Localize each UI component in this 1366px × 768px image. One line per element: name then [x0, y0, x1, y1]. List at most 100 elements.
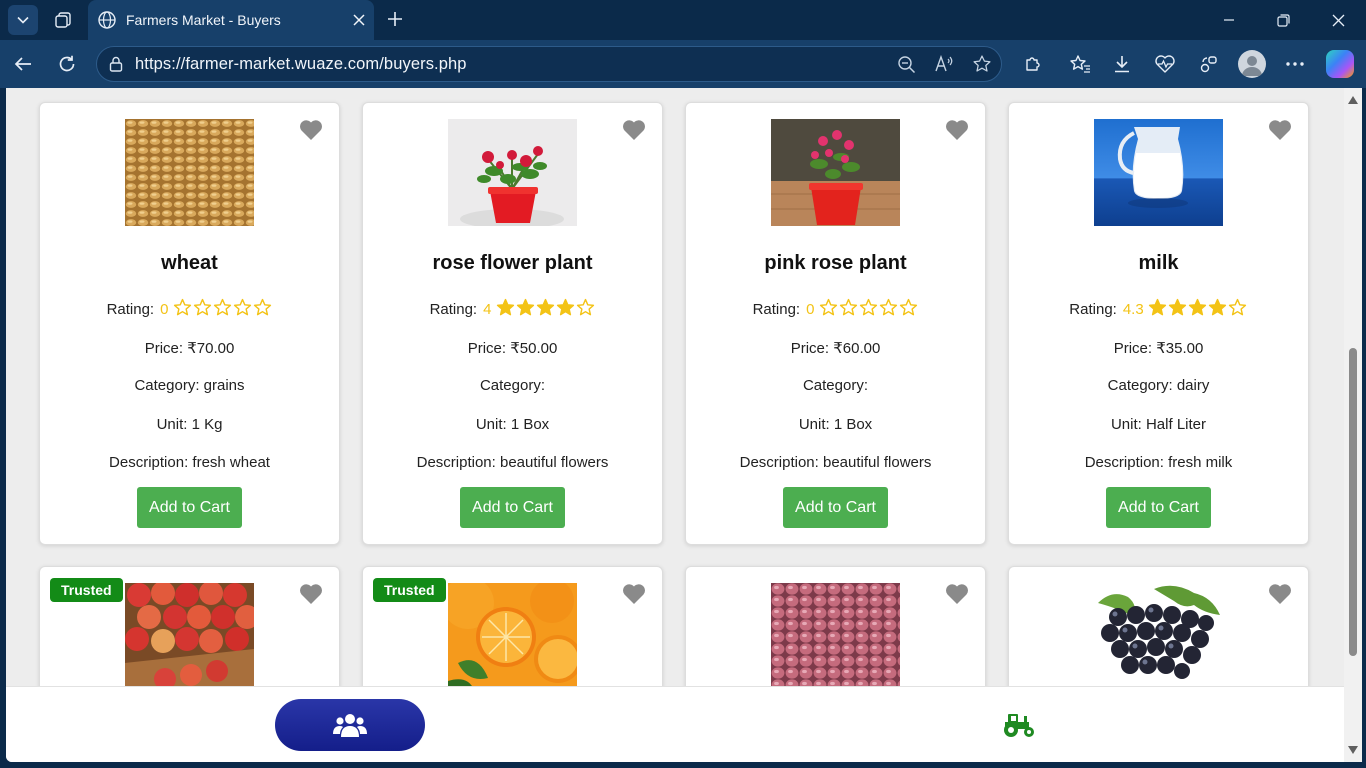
close-window-button[interactable]: [1311, 0, 1365, 40]
star-outline-icon: [253, 298, 272, 316]
workspaces-button[interactable]: [48, 5, 78, 35]
star-outline-icon: [193, 298, 212, 316]
trusted-badge: Trusted: [50, 578, 123, 602]
refresh-button[interactable]: [51, 48, 83, 80]
star-filled-icon: [516, 298, 535, 316]
star-filled-icon: [1189, 298, 1207, 316]
product-unit: Unit: 1 Box: [475, 416, 550, 433]
product-unit: Unit: 1 Kg: [156, 416, 223, 433]
product-image-milk: [1094, 119, 1223, 226]
product-image-grapes: [1094, 583, 1223, 690]
product-description: Description: fresh milk: [1084, 454, 1233, 471]
back-button[interactable]: [7, 48, 39, 80]
browser-essentials-button[interactable]: [1149, 48, 1181, 80]
tractor-icon: [1004, 714, 1034, 737]
add-to-cart-button[interactable]: Add to Cart: [460, 487, 565, 528]
rating-label: Rating:: [1069, 301, 1117, 318]
rating-stars: [495, 298, 595, 321]
star-outline-icon: [839, 298, 858, 316]
extensions-button[interactable]: [1017, 48, 1049, 80]
read-aloud-icon[interactable]: [925, 55, 963, 73]
collections-button[interactable]: [1193, 48, 1225, 80]
wishlist-heart-icon[interactable]: [1268, 583, 1292, 605]
rating-value: 0: [160, 301, 169, 318]
scroll-down-arrow-icon[interactable]: [1348, 746, 1358, 754]
star-outline-icon: [899, 298, 918, 316]
product-unit: Unit: Half Liter: [1110, 416, 1207, 433]
star-outline-icon: [576, 298, 595, 316]
rating-stars: [172, 298, 272, 321]
product-price: Price: ₹35.00: [1113, 340, 1204, 357]
tab-strip: Farmers Market - Buyers: [0, 0, 1366, 40]
product-unit: Unit: 1 Box: [798, 416, 873, 433]
wishlist-heart-icon[interactable]: [1268, 119, 1292, 141]
product-rating: Rating: 4.3: [1009, 298, 1308, 321]
favorites-button[interactable]: [1064, 48, 1096, 80]
product-price: Price: ₹50.00: [467, 340, 558, 357]
product-category: Category:: [479, 377, 546, 394]
heart-pulse-icon: [1155, 55, 1175, 73]
page-viewport: wheat Rating: 0 Price: ₹70.00 Category: …: [6, 88, 1344, 762]
product-description: Description: beautiful flowers: [739, 454, 932, 471]
add-to-cart-button[interactable]: Add to Cart: [137, 487, 242, 528]
product-image-apples: [125, 583, 254, 690]
rating-label: Rating:: [429, 301, 478, 318]
new-tab-button[interactable]: [380, 4, 410, 34]
product-rating: Rating: 0: [686, 298, 985, 321]
wishlist-heart-icon[interactable]: [945, 119, 969, 141]
active-tab[interactable]: Farmers Market - Buyers: [88, 0, 374, 40]
favorites-list-icon: [1070, 55, 1090, 73]
settings-more-button[interactable]: [1279, 48, 1311, 80]
trusted-badge: Trusted: [373, 578, 446, 602]
star-filled-icon: [1209, 298, 1227, 316]
star-outline-icon: [213, 298, 232, 316]
lock-icon[interactable]: [97, 56, 135, 72]
star-outline-icon: [819, 298, 838, 316]
zoom-out-icon[interactable]: [887, 55, 925, 74]
add-to-cart-button[interactable]: Add to Cart: [1106, 487, 1211, 528]
restore-icon: [1276, 13, 1290, 27]
product-category: Category:: [802, 377, 869, 394]
puzzle-icon: [1026, 57, 1040, 71]
restore-button[interactable]: [1256, 0, 1310, 40]
star-filled-icon: [556, 298, 575, 316]
downloads-button[interactable]: [1106, 48, 1138, 80]
star-outline-icon: [1229, 298, 1247, 316]
page-scrollbar[interactable]: [1344, 88, 1362, 762]
add-to-cart-button[interactable]: Add to Cart: [783, 487, 888, 528]
rating-label: Rating:: [752, 301, 801, 318]
scrollbar-thumb[interactable]: [1349, 348, 1357, 656]
product-rating: Rating: 4: [363, 298, 662, 321]
farmer-nav-button[interactable]: [1001, 709, 1037, 739]
buyers-nav-button[interactable]: [275, 699, 425, 751]
wishlist-heart-icon[interactable]: [622, 583, 646, 605]
copilot-icon[interactable]: [1326, 50, 1354, 78]
tab-actions-menu-button[interactable]: [8, 5, 38, 35]
url-field[interactable]: https://farmer-market.wuaze.com/buyers.p…: [96, 46, 1002, 82]
address-bar-row: https://farmer-market.wuaze.com/buyers.p…: [0, 40, 1366, 88]
wishlist-heart-icon[interactable]: [622, 119, 646, 141]
star-filled-icon: [496, 298, 515, 316]
product-category: Category: grains: [134, 377, 245, 394]
wishlist-heart-icon[interactable]: [299, 583, 323, 605]
bottom-navigation: [6, 686, 1344, 762]
minimize-button[interactable]: [1202, 0, 1256, 40]
profile-avatar[interactable]: [1238, 50, 1266, 78]
scroll-up-arrow-icon[interactable]: [1348, 96, 1358, 104]
chevron-down-icon: [17, 16, 29, 24]
product-price: Price: ₹60.00: [790, 340, 881, 357]
close-tab-button[interactable]: [344, 5, 374, 35]
product-image-onions: [771, 583, 900, 690]
product-image-oranges: [448, 583, 577, 690]
refresh-icon: [59, 55, 75, 72]
globe-icon: [98, 11, 116, 29]
person-icon: [1242, 56, 1262, 76]
tab-title: Farmers Market - Buyers: [126, 12, 281, 28]
product-description: Description: fresh wheat: [109, 454, 270, 471]
wishlist-heart-icon[interactable]: [299, 119, 323, 141]
rating-value: 0: [806, 301, 815, 318]
wishlist-heart-icon[interactable]: [945, 583, 969, 605]
product-card: wheat Rating: 0 Price: ₹70.00 Category: …: [39, 102, 340, 545]
favorite-star-icon[interactable]: [963, 54, 1001, 74]
product-price: Price: ₹70.00: [144, 340, 235, 357]
